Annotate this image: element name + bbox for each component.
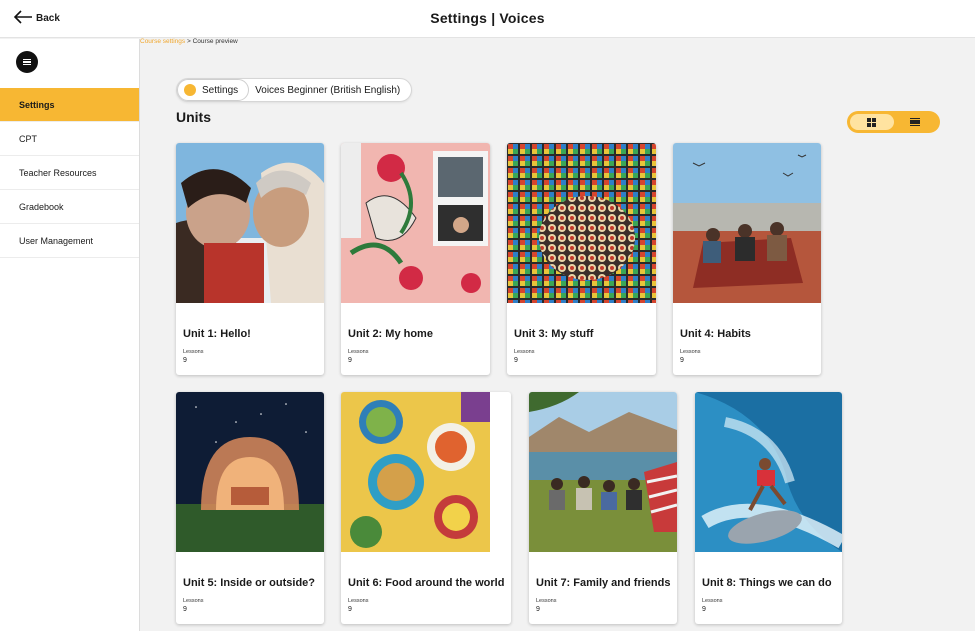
breadcrumb-link-course-settings[interactable]: Course settings (140, 38, 185, 45)
sidebar-item-label: Settings (19, 99, 55, 110)
unit-6-image (341, 392, 490, 552)
unit-card-5[interactable]: Unit 5: Inside or outside? Lessons 9 (176, 392, 324, 624)
sidebar: Settings CPT Teacher Resources Gradebook… (0, 39, 140, 631)
lessons-label: Lessons (348, 598, 369, 604)
settings-dot-icon (184, 84, 196, 96)
sidebar-item-label: Gradebook (19, 201, 64, 212)
unit-card-7[interactable]: Unit 7: Family and friends Lessons 9 (529, 392, 677, 624)
sidebar-item-label: User Management (19, 235, 94, 246)
unit-5-image (176, 392, 324, 552)
sidebar-item-gradebook[interactable]: Gradebook (0, 190, 139, 224)
lessons-count: 9 (514, 357, 518, 364)
page-title: Settings | Voices (430, 10, 545, 26)
view-toggle (847, 111, 940, 133)
unit-card-4[interactable]: Unit 4: Habits Lessons 9 (673, 143, 821, 375)
lessons-count: 9 (348, 606, 352, 613)
breadcrumb: Course settings > Course preview (140, 38, 238, 45)
unit-card-title: Unit 8: Things we can do (702, 577, 832, 589)
unit-4-image (673, 143, 821, 303)
sidebar-item-user-management[interactable]: User Management (0, 224, 139, 258)
lessons-count: 9 (702, 606, 706, 613)
unit-card-title: Unit 3: My stuff (514, 328, 594, 340)
breadcrumb-current: Course preview (192, 38, 238, 45)
unit-7-image (529, 392, 677, 552)
sidebar-item-teacher-resources[interactable]: Teacher Resources (0, 156, 139, 190)
lessons-label: Lessons (536, 598, 557, 604)
lessons-label: Lessons (183, 349, 204, 355)
unit-card-1[interactable]: Unit 1: Hello! Lessons 9 (176, 143, 324, 375)
unit-card-6[interactable]: Unit 6: Food around the world Lessons 9 (341, 392, 511, 624)
unit-card-title: Unit 7: Family and friends (536, 577, 671, 589)
sidebar-item-cpt[interactable]: CPT (0, 122, 139, 156)
course-selector: Settings Voices Beginner (British Englis… (176, 78, 413, 102)
top-bar: Back Settings | Voices (0, 0, 975, 38)
unit-card-8[interactable]: Unit 8: Things we can do Lessons 9 (695, 392, 842, 624)
sidebar-item-label: Teacher Resources (19, 167, 97, 178)
course-name: Voices Beginner (British English) (255, 84, 401, 96)
unit-card-title: Unit 4: Habits (680, 328, 751, 340)
unit-3-image (507, 143, 656, 303)
lessons-count: 9 (183, 357, 187, 364)
lessons-count: 9 (536, 606, 540, 613)
unit-8-image (695, 392, 842, 552)
menu-button[interactable] (16, 51, 38, 73)
lessons-count: 9 (183, 606, 187, 613)
lessons-label: Lessons (183, 598, 204, 604)
lessons-label: Lessons (514, 349, 535, 355)
lessons-label: Lessons (702, 598, 723, 604)
unit-card-title: Unit 1: Hello! (183, 328, 251, 340)
unit-card-2[interactable]: Unit 2: My home Lessons 9 (341, 143, 490, 375)
unit-card-title: Unit 2: My home (348, 328, 433, 340)
unit-card-3[interactable]: Unit 3: My stuff Lessons 9 (507, 143, 656, 375)
lessons-count: 9 (680, 357, 684, 364)
lessons-count: 9 (348, 357, 352, 364)
grid-view-button[interactable] (850, 114, 894, 130)
grid-icon (867, 117, 877, 127)
hamburger-icon (23, 59, 31, 65)
unit-card-title: Unit 6: Food around the world (348, 577, 505, 589)
sidebar-nav: Settings CPT Teacher Resources Gradebook… (0, 88, 139, 258)
course-settings-button[interactable]: Settings (177, 79, 250, 101)
lessons-label: Lessons (348, 349, 369, 355)
units-heading: Units (176, 109, 211, 125)
list-view-button[interactable] (894, 114, 938, 130)
unit-1-image (176, 143, 324, 303)
unit-card-title: Unit 5: Inside or outside? (183, 577, 316, 589)
lessons-label: Lessons (680, 349, 701, 355)
list-icon (910, 118, 921, 126)
sidebar-item-settings[interactable]: Settings (0, 88, 139, 122)
unit-2-image (341, 143, 490, 303)
sidebar-item-label: CPT (19, 133, 37, 144)
course-settings-label: Settings (202, 84, 239, 96)
breadcrumb-separator: > (185, 38, 193, 45)
